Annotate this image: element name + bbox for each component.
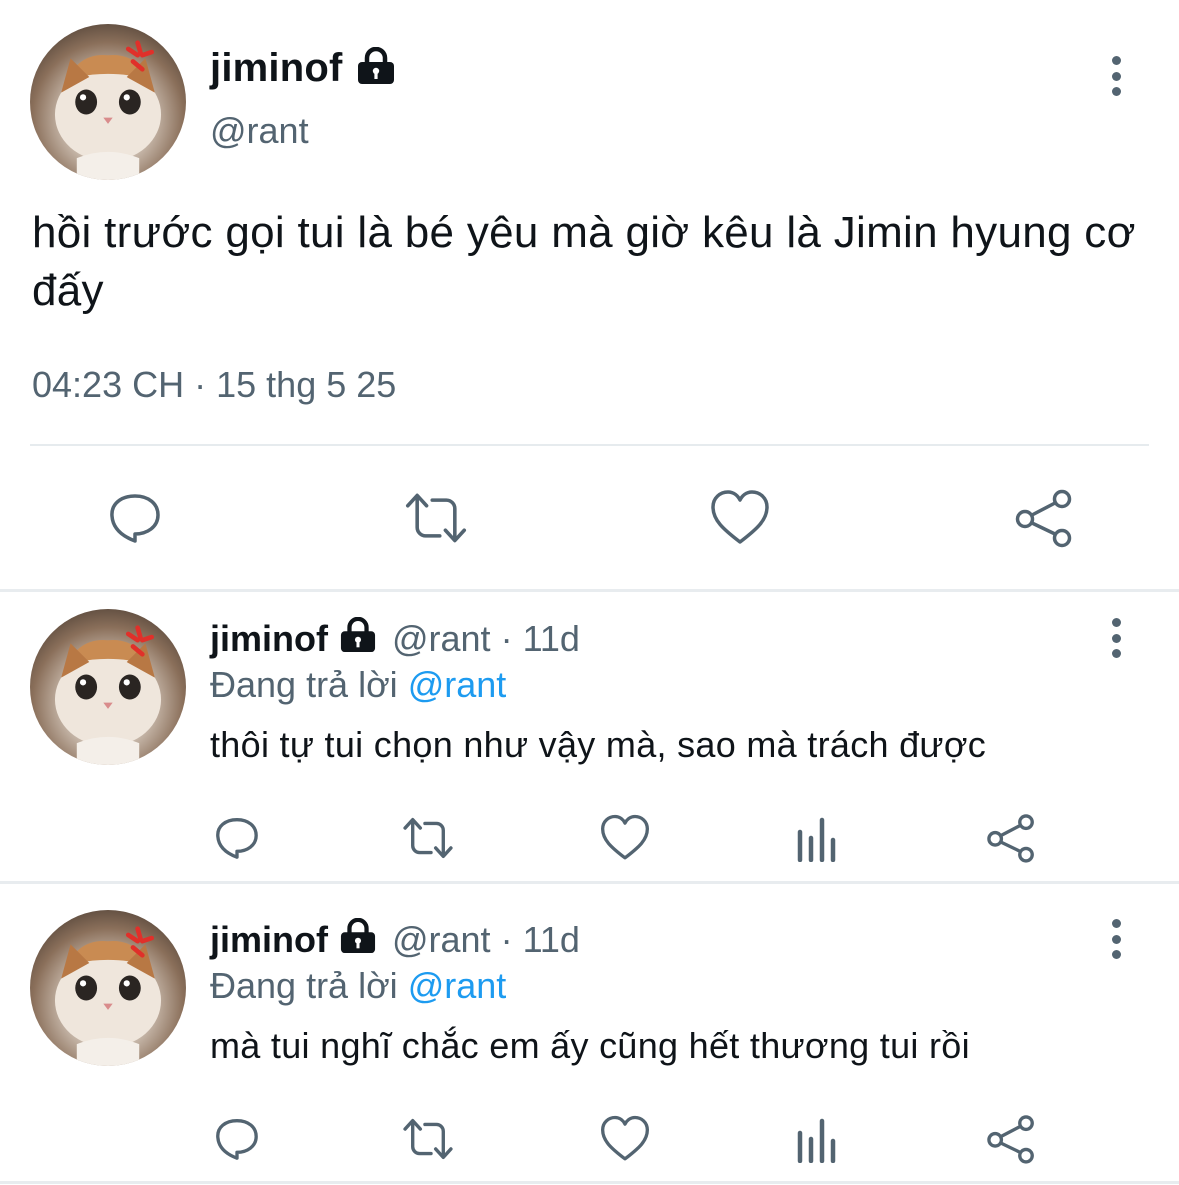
display-name[interactable]: jiminof [210,618,328,660]
reply-tweet[interactable]: jiminof @rant · 11d Đang trả lời @rant t… [0,592,1179,882]
handle[interactable]: @rant [392,919,491,961]
avatar[interactable] [30,609,186,765]
lock-icon [355,46,397,90]
handle[interactable]: @rant [210,110,309,152]
cat-avatar-image [54,926,162,1066]
reply-age[interactable]: 11d [523,919,580,961]
divider [30,444,1149,446]
retweet-icon[interactable] [402,812,454,864]
meta-separator: · [500,618,513,659]
like-icon[interactable] [599,1113,651,1165]
replying-to: Đang trả lời @rant [210,664,506,706]
retweet-icon[interactable] [402,1113,454,1165]
share-icon[interactable] [985,812,1037,864]
replying-prefix: Đang trả lời [210,664,398,705]
meta-separator: · [500,919,513,960]
display-name[interactable]: jiminof [210,46,343,91]
main-tweet: jiminof @rant hồi trước gọi tui là bé yê… [0,0,1179,590]
more-options-icon[interactable] [1106,618,1126,658]
like-icon[interactable] [708,486,772,550]
reply-age[interactable]: 11d [523,618,580,660]
retweet-icon[interactable] [404,486,468,550]
meta-separator: · [194,364,207,405]
author-row: jiminof [210,42,397,94]
section-divider [0,881,1179,884]
cat-avatar-image [54,625,162,765]
tweet-date: 15 thg 5 25 [216,364,397,405]
views-icon[interactable] [792,812,844,864]
tweet-timestamp[interactable]: 04:23 CH · 15 thg 5 25 [32,364,396,406]
more-options-icon[interactable] [1106,919,1126,959]
avatar[interactable] [30,910,186,1066]
reply-icon[interactable] [211,812,263,864]
handle[interactable]: @rant [392,618,491,660]
tweet-text: hồi trước gọi tui là bé yêu mà giờ kêu l… [32,208,1136,315]
replying-to: Đang trả lời @rant [210,965,506,1007]
replying-prefix: Đang trả lời [210,965,398,1006]
section-divider [0,1181,1179,1184]
mention-link[interactable]: @rant [408,664,507,705]
share-icon[interactable] [1012,486,1076,550]
reply-text: thôi tự tui chọn như vậy mà, sao mà trác… [210,724,987,765]
views-icon[interactable] [792,1113,844,1165]
display-name[interactable]: jiminof [210,919,328,961]
reply-header: jiminof @rant · 11d [210,616,580,662]
reply-icon[interactable] [103,486,167,550]
cat-avatar-image [54,40,162,180]
share-icon[interactable] [985,1113,1037,1165]
reply-tweet[interactable]: jiminof @rant · 11d Đang trả lời @rant m… [0,893,1179,1183]
reply-icon[interactable] [211,1113,263,1165]
lock-icon [338,917,378,963]
more-options-icon[interactable] [1106,56,1126,96]
lock-icon [338,616,378,662]
reply-header: jiminof @rant · 11d [210,917,580,963]
reply-text: mà tui nghĩ chắc em ấy cũng hết thương t… [210,1025,970,1066]
mention-link[interactable]: @rant [408,965,507,1006]
tweet-time: 04:23 CH [32,364,185,405]
like-icon[interactable] [599,812,651,864]
avatar[interactable] [30,24,186,180]
